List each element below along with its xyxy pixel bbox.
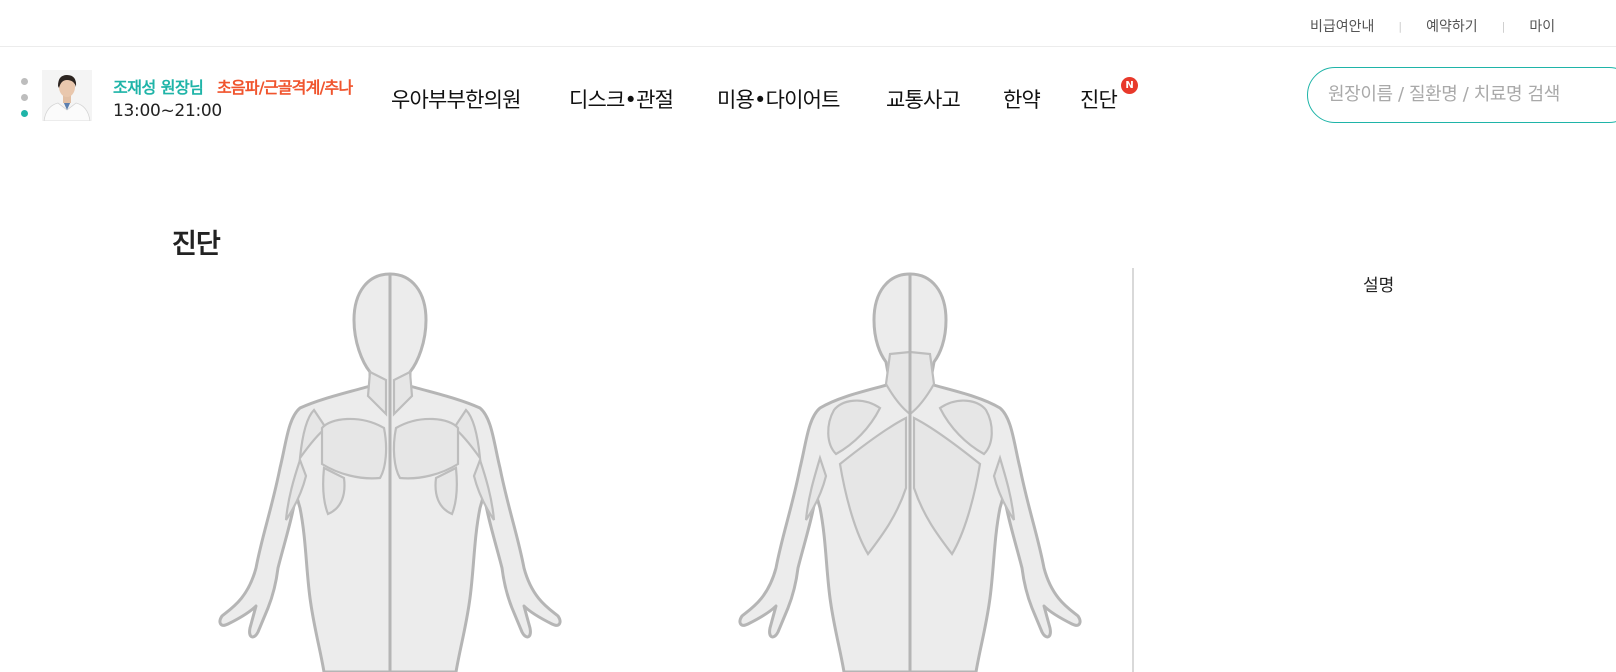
doctor-carousel-dots [21,78,28,126]
util-link-mypage[interactable]: 마이 [1529,16,1555,36]
nav-item-traffic-accident[interactable]: 교통사고 [886,84,961,114]
util-separator: | [1398,20,1403,33]
utility-links: 비급여안내 | 예약하기 | 마이 [1310,16,1555,36]
search-box [1307,67,1616,123]
section-divider [1132,268,1134,672]
new-badge: N [1121,77,1138,94]
body-back-diagram[interactable] [730,268,1090,672]
search-input[interactable] [1326,83,1616,106]
description-title: 설명 [1363,276,1395,296]
utility-bar: 비급여안내 | 예약하기 | 마이 [0,0,1616,47]
nav-item-diagnosis[interactable]: 진단 [1080,84,1118,114]
util-separator: | [1501,20,1506,33]
util-link-reservation[interactable]: 예약하기 [1426,16,1478,36]
nav-item-disc-joint[interactable]: 디스크•관절 [569,84,674,114]
nav-item-clinic[interactable]: 우아부부한의원 [391,84,521,114]
doctor-specialty: 초음파/근골격계/추나 [217,78,353,97]
carousel-dot[interactable] [21,94,28,101]
body-front-diagram[interactable] [210,268,570,672]
nav-item-beauty-diet[interactable]: 미용•다이어트 [717,84,841,114]
doctor-avatar [42,70,92,121]
util-link-non-covered[interactable]: 비급여안내 [1310,16,1374,36]
carousel-dot[interactable] [21,78,28,85]
doctor-hours: 13:00~21:00 [113,101,222,121]
nav-item-herbal-medicine[interactable]: 한약 [1003,84,1041,114]
doctor-name[interactable]: 조재성 원장님 [113,74,204,98]
carousel-dot-active[interactable] [21,110,28,117]
page-title: 진단 [172,229,221,260]
